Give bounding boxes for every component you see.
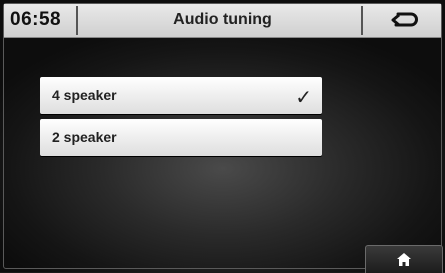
divider (361, 6, 363, 35)
back-arrow-icon (391, 12, 418, 27)
divider (76, 6, 78, 35)
home-button[interactable] (365, 245, 443, 273)
checkmark-icon: ✓ (295, 85, 312, 109)
clock: 06:58 (10, 9, 62, 30)
option-label: 4 speaker (52, 87, 117, 103)
home-icon (397, 253, 411, 266)
page-title: Audio tuning (173, 11, 272, 28)
option-4-speaker[interactable]: 4 speaker ✓ (40, 77, 322, 114)
option-label: 2 speaker (52, 129, 117, 145)
option-2-speaker[interactable]: 2 speaker (40, 119, 322, 156)
top-bar: 06:58 Audio tuning (4, 4, 441, 38)
back-button[interactable] (365, 4, 441, 37)
